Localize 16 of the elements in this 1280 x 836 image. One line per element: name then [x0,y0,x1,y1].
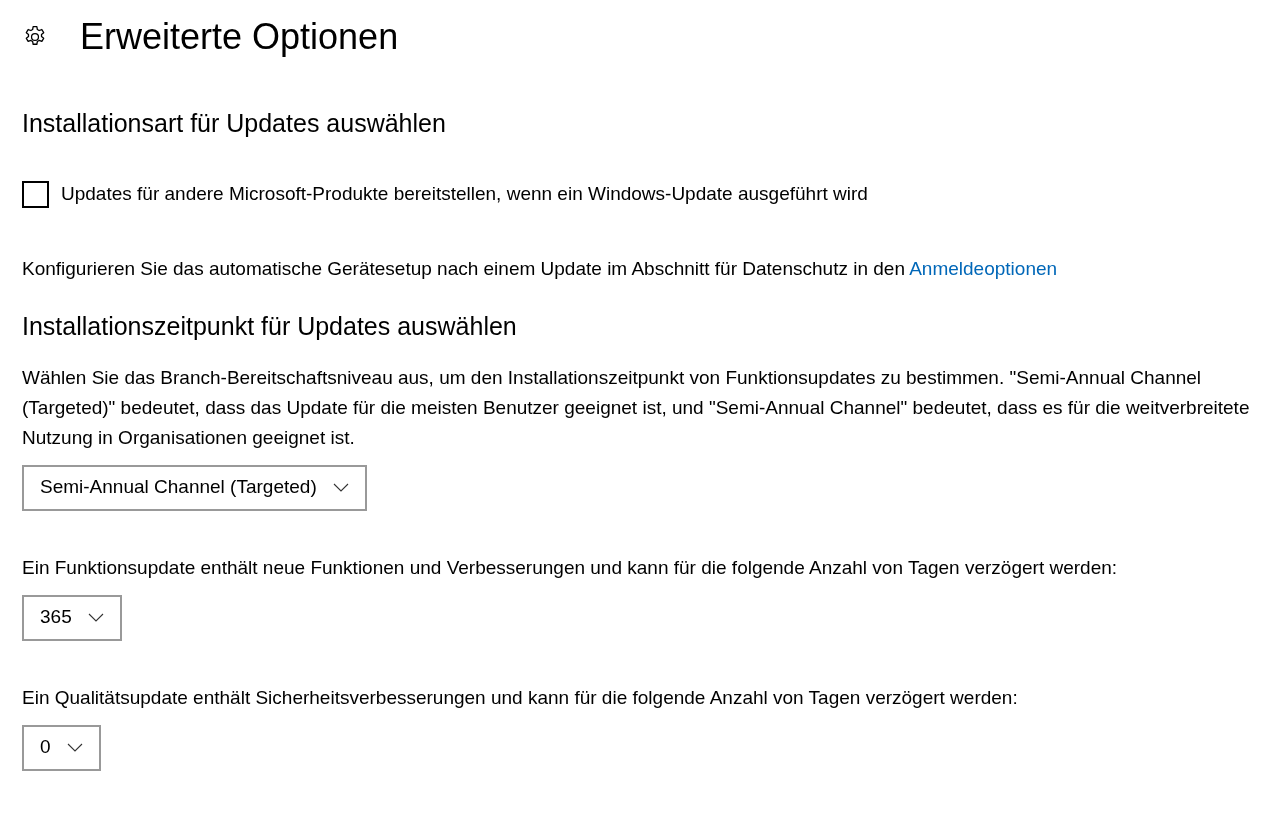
description-text: Ein Qualitätsupdate enthält Sicherheitsverbesserungen und kann für die folgende Anzahl von Tagen verzögert werden: [22,685,1018,710]
chevron-down-icon [66,743,83,752]
section-heading: Installationszeitpunkt für Updates auswählen [22,310,518,342]
section-heading: Installationsart für Updates auswählen [22,108,447,139]
dropdown[interactable]: Semi-Annual Channel (Targeted) [22,464,367,511]
chevron-down-icon [87,613,104,622]
page-title: Erweiterte Optionen [80,15,399,59]
dropdown[interactable]: 0 [22,724,101,771]
sign-in-options-link[interactable]: Anmeldeoptionen [909,257,1058,279]
chevron-down-icon [332,483,349,492]
description-text: Ein Funktionsupdate enthält neue Funktionen und Verbesserungen und kann für die folgende Anzahl von Tagen verzögert werden: [22,555,1118,580]
dropdown[interactable]: 365 [22,594,122,641]
info-text: Konfigurieren Sie das automatische Gerätesetup nach einem Update im Abschnitt für Datenschutz in den Anmeldeoptionen [22,256,1058,281]
checkbox[interactable] [22,180,49,208]
description-text: Wählen Sie das Branch-Bereitschaftsniveau aus, um den Installationszeitpunkt von Funktionsupdates zu bestimmen. "Semi-Annual Channel (Targeted)" bedeutet, dass das Update für die meisten Benutzer geeignet ist, und "Semi-Annual Channel" bedeutet, dass es für die weitverbreitete Nutzung in Organisationen geeignet ist. [22,365,1251,450]
checkbox-label: Updates für andere Microsoft-Produkte bereitstellen, wenn ein Windows-Update ausgeführt wird [61,182,868,206]
